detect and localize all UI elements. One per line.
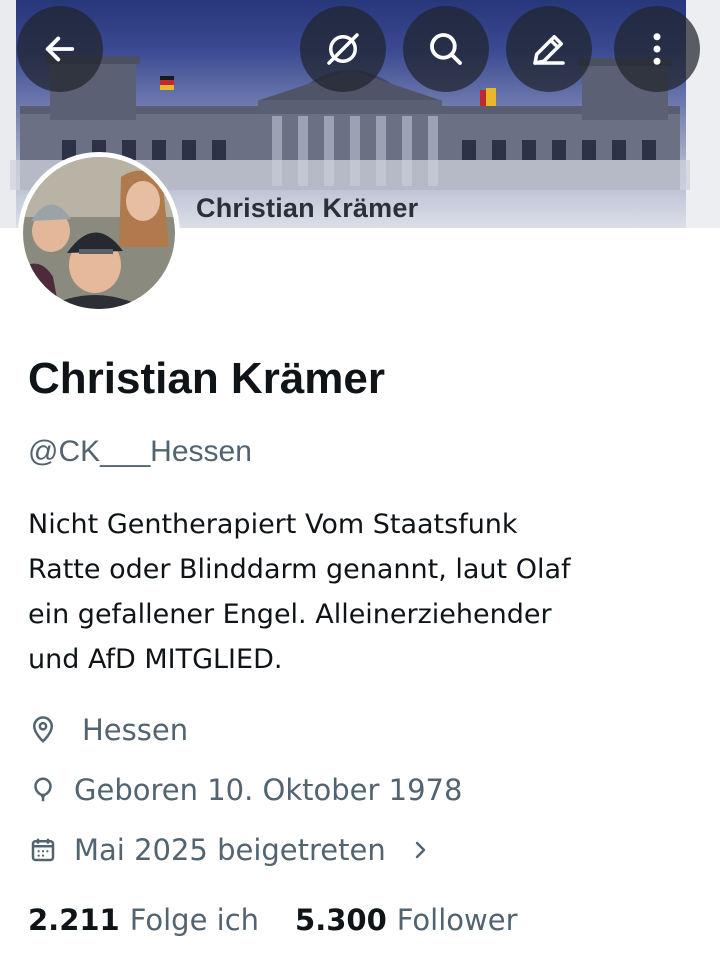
joined-text: Mai 2025 beigetreten xyxy=(74,833,386,867)
grok-button[interactable] xyxy=(300,6,386,92)
arrow-left-icon xyxy=(45,36,75,62)
follow-stats: 2.211 Folge ich 5.300 Follower xyxy=(28,898,518,942)
followers-label: Follower xyxy=(396,903,518,937)
back-button[interactable] xyxy=(17,6,103,92)
user-handle: @CK___Hessen xyxy=(28,435,252,468)
calendar-icon xyxy=(31,838,55,862)
edit-button[interactable] xyxy=(506,6,592,92)
bio-line: Nicht Gentherapiert Vom Staatsfunk xyxy=(28,509,518,540)
following-link[interactable]: 2.211 Folge ich xyxy=(28,903,259,937)
following-label: Folge ich xyxy=(129,903,260,937)
followers-link[interactable]: 5.300 Follower xyxy=(295,903,517,937)
followers-count: 5.300 xyxy=(295,903,387,937)
more-vertical-icon xyxy=(653,33,661,65)
bio-line: ein gefallener Engel. Alleinerziehender xyxy=(28,599,552,630)
chevron-right-icon xyxy=(415,841,425,859)
location-pin-icon xyxy=(32,716,54,743)
joined-date-row[interactable]: Mai 2025 beigetreten xyxy=(28,828,432,872)
location-row: Hessen xyxy=(28,708,188,752)
following-count: 2.211 xyxy=(28,903,120,937)
display-name: Christian Krämer xyxy=(28,354,386,403)
banner-caption: Christian Krämer xyxy=(196,193,419,223)
balloon-icon xyxy=(34,777,52,802)
profile-avatar[interactable] xyxy=(18,152,180,314)
location-text: Hessen xyxy=(82,713,189,747)
bio-line: und AfD MITGLIED. xyxy=(28,644,283,675)
search-icon xyxy=(430,33,462,65)
birthday-row: Geboren 10. Oktober 1978 xyxy=(28,768,462,812)
avatar-photo xyxy=(23,157,175,309)
pencil-icon xyxy=(533,35,565,65)
birthday-text: Geboren 10. Oktober 1978 xyxy=(74,773,463,807)
profile-bio: Nicht Gentherapiert Vom Staatsfunk Ratte… xyxy=(28,502,688,682)
more-options-button[interactable] xyxy=(614,6,700,92)
bio-line: Ratte oder Blinddarm genannt, laut Olaf xyxy=(28,554,571,585)
grok-icon xyxy=(327,33,359,65)
search-button[interactable] xyxy=(403,6,489,92)
